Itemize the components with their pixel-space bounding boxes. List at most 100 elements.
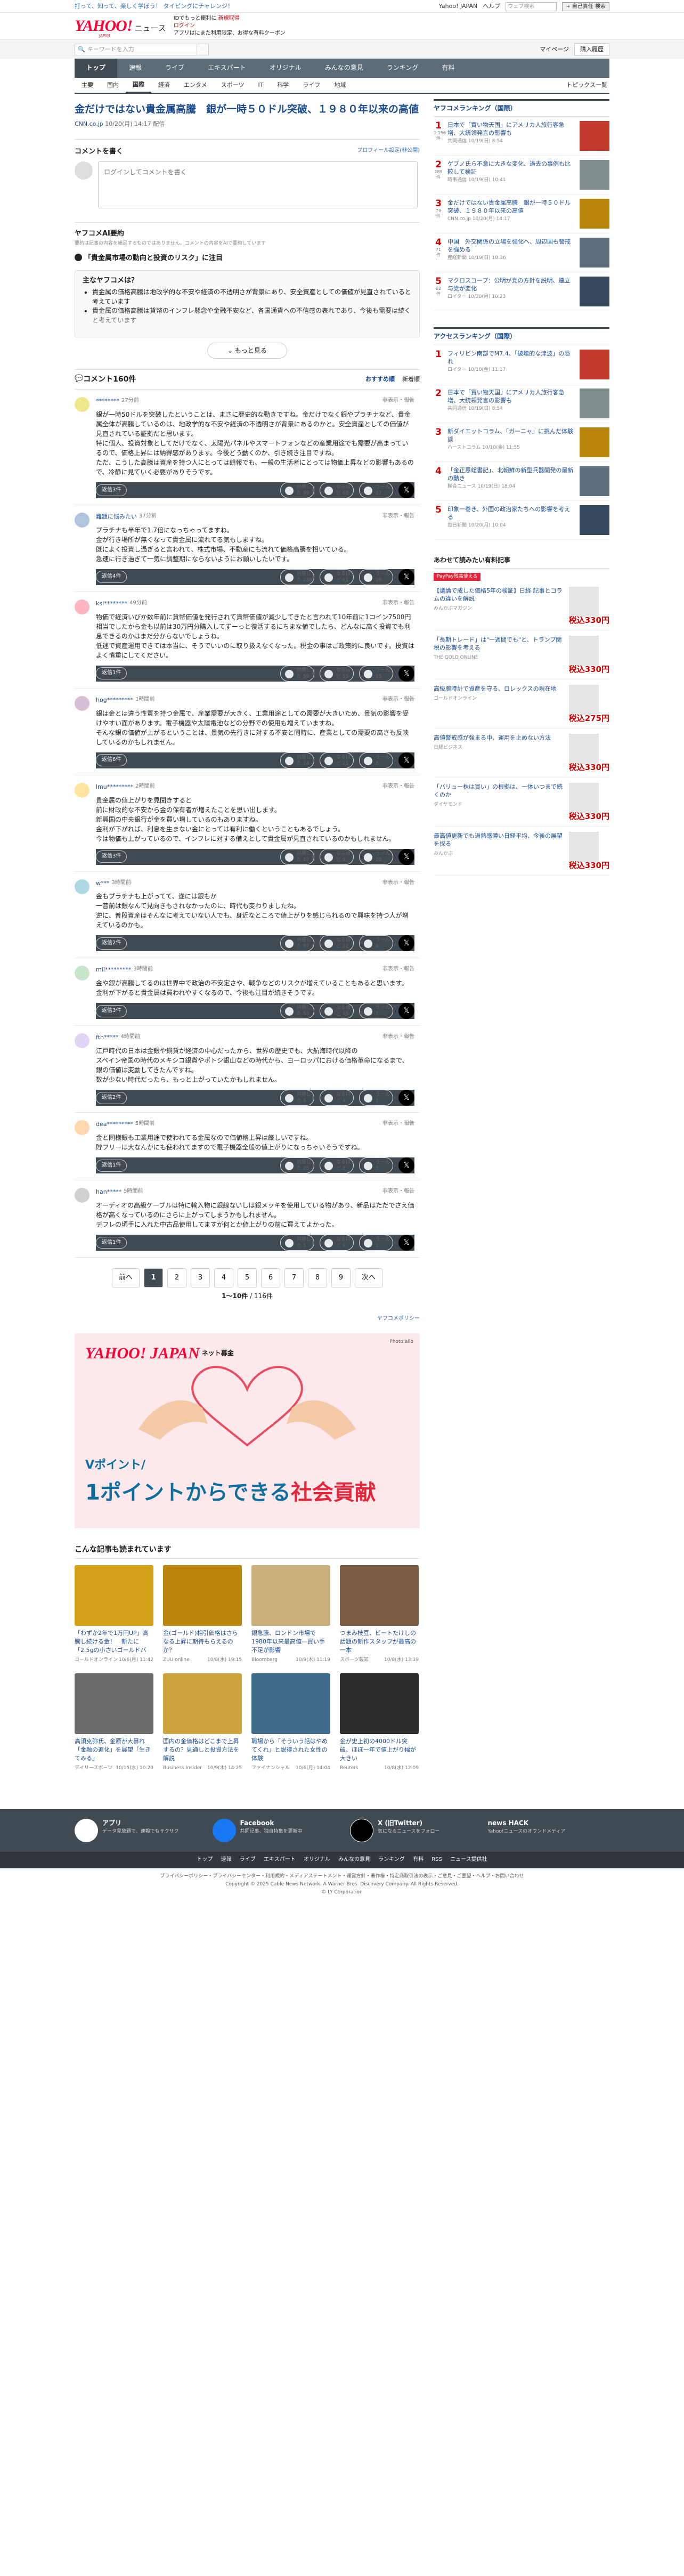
x-share-icon[interactable]: 𝕏 bbox=[398, 935, 414, 952]
profile-settings-link[interactable]: プロフィール設定(非公開) bbox=[357, 147, 420, 157]
web-search-button[interactable]: + 自己責任 検索 bbox=[562, 2, 609, 11]
x-share-icon[interactable]: 𝕏 bbox=[398, 1235, 414, 1251]
cat-domestic[interactable]: 国内 bbox=[100, 77, 126, 93]
ranking-item[interactable]: 4 「金正恩総書記」、北朝鮮の新型兵器開発の最新の動き 聯合ニュース 10/19(日… bbox=[434, 462, 609, 501]
empathy-button[interactable]: 共感した 99 bbox=[280, 482, 314, 498]
empathy-button[interactable]: 共感した 5 bbox=[280, 1235, 314, 1251]
hmm-button[interactable]: うーん 2 bbox=[359, 1235, 393, 1251]
recommended-headline[interactable]: 「わずか2年で1万円UP」高騰し続ける金！ 新たに「2.5gの小さいゴールドバー… bbox=[75, 1629, 153, 1655]
empathy-button[interactable]: 共感した 235 bbox=[280, 569, 314, 585]
fnav-expert[interactable]: エキスパート bbox=[264, 1857, 296, 1862]
x-share-icon[interactable]: 𝕏 bbox=[398, 665, 414, 682]
reply-button[interactable]: 返信3件 bbox=[96, 1005, 127, 1017]
donation-banner[interactable]: YAHOO! JAPAN ネット募金 Photo:allo Vポイント/ 1ポイン… bbox=[75, 1333, 420, 1529]
keyword-search-button[interactable] bbox=[197, 44, 209, 55]
reply-button[interactable]: 返信3件 bbox=[96, 850, 127, 863]
page-9[interactable]: 9 bbox=[331, 1268, 351, 1288]
comment-textarea[interactable] bbox=[98, 161, 418, 208]
ranking-headline[interactable]: 日本で「買い物天国」にアメリカ人旅行客急増、大統領発言の影響も bbox=[447, 388, 575, 404]
reply-button[interactable]: 返信1件 bbox=[96, 667, 127, 679]
recommended-item[interactable]: 銀急騰、ロンドン市場で1980年以来最高値―買い手不足が影響 Bloomberg 1… bbox=[251, 1565, 330, 1664]
topics-list-link[interactable]: トピックス一覧 bbox=[559, 77, 609, 93]
report-link[interactable]: 非表示・報告 bbox=[382, 397, 414, 406]
ranking-item[interactable]: 3 新ダイエットコラム、「ガーニャ」に挑んだ体験談 ハーストコラム 10/10(金)… bbox=[434, 423, 609, 462]
ranking-headline[interactable]: ゲブノ氏ら不意に大きな変化、過去の事例も比較して検証 bbox=[447, 160, 575, 176]
prev-page-button[interactable]: 前へ bbox=[112, 1268, 140, 1288]
comment-user[interactable]: 難題に悩みたい bbox=[96, 513, 137, 521]
recommended-item[interactable]: つまみ枝豆、ビートたけしの話題の新作スタッフが最高の一本 スポーツ報知 10/8(水… bbox=[340, 1565, 419, 1664]
empathy-button[interactable]: 共感した 87 bbox=[280, 935, 314, 952]
login-link[interactable]: ログイン bbox=[174, 23, 195, 29]
report-link[interactable]: 非表示・報告 bbox=[382, 966, 414, 974]
ranking-item[interactable]: 1 1,156件 日本で「買い物天国」にアメリカ人旅行客急増、大統領発言の影響も 共同… bbox=[434, 117, 609, 156]
recommended-item[interactable]: 職場から「そういう話はやめてくれ」と説得された女性の体験 ファイナンシャル 10/6… bbox=[251, 1673, 330, 1772]
insight-button[interactable]: なるほど 22 bbox=[320, 935, 354, 952]
empathy-button[interactable]: 共感した 17 bbox=[280, 848, 314, 865]
yahoo-japan-link[interactable]: Yahoo! JAPAN bbox=[439, 2, 478, 11]
paid-headline[interactable]: 【議論で成した価格5年の検証】日経 記事とコラムの違いを解説 bbox=[434, 587, 565, 603]
recommended-headline[interactable]: 金(ゴールド)相引価格はさらなる上昇に期待もらえるのか？ bbox=[163, 1629, 242, 1655]
recommended-headline[interactable]: 高須克弥氏、金原が大暴れ「金融の進化」を展望「生きてみる」 bbox=[75, 1737, 153, 1763]
next-page-button[interactable]: 次へ bbox=[355, 1268, 382, 1288]
reply-button[interactable]: 返信1件 bbox=[96, 1236, 127, 1249]
hmm-button[interactable]: うーん 1 bbox=[359, 1090, 393, 1106]
insight-button[interactable]: なるほど 6 bbox=[320, 1235, 354, 1251]
ranking-headline[interactable]: フィリピン南部でM7.4、「破壊的な津波」の恐れ bbox=[447, 350, 575, 366]
comment-user[interactable]: hog********* bbox=[96, 696, 133, 704]
cat-local[interactable]: 地域 bbox=[327, 77, 353, 93]
ranking-headline[interactable]: 新ダイエットコラム、「ガーニャ」に挑んだ体験談 bbox=[447, 427, 575, 443]
comment-policy-link[interactable]: ヤフコメポリシー bbox=[75, 1315, 420, 1323]
recommended-item[interactable]: 高須克弥氏、金原が大暴れ「金融の進化」を展望「生きてみる」 デイリースポーツ 10/… bbox=[75, 1673, 153, 1772]
cat-sports[interactable]: スポーツ bbox=[214, 77, 251, 93]
ranking-item[interactable]: 5 62件 マクロスコープ：公明が党の方針を説明、連立与党が変化 ロイター 10/20… bbox=[434, 272, 609, 312]
insight-button[interactable]: なるほど 68 bbox=[320, 482, 354, 498]
reply-button[interactable]: 返信2件 bbox=[96, 937, 127, 950]
page-8[interactable]: 8 bbox=[308, 1268, 327, 1288]
recommended-item[interactable]: 「わずか2年で1万円UP」高騰し続ける金！ 新たに「2.5gの小さいゴールドバー… bbox=[75, 1565, 153, 1664]
insight-button[interactable]: なるほど 15 bbox=[320, 1003, 354, 1019]
empathy-button[interactable]: 共感した 14 bbox=[280, 752, 314, 768]
x-share-icon[interactable]: 𝕏 bbox=[398, 1157, 414, 1174]
report-link[interactable]: 非表示・報告 bbox=[382, 1033, 414, 1042]
hmm-button[interactable]: うーん 29 bbox=[359, 569, 393, 585]
show-more-button[interactable]: ⌄ もっと見る bbox=[207, 342, 287, 359]
report-link[interactable]: 非表示・報告 bbox=[382, 696, 414, 704]
footer-app[interactable]: アプリ データ見放題で、速報でもサクサク bbox=[75, 1819, 197, 1843]
paid-article[interactable]: 【議論で成した価格5年の検証】日経 記事とコラムの違いを解説 みんかぶマガジン 税込… bbox=[434, 581, 609, 631]
report-link[interactable]: 非表示・報告 bbox=[382, 783, 414, 791]
empathy-button[interactable]: 共感した 25 bbox=[280, 1157, 314, 1174]
comment-user[interactable]: mil********* bbox=[96, 966, 131, 974]
hmm-button[interactable]: うーん 15 bbox=[359, 665, 393, 682]
x-share-icon[interactable]: 𝕏 bbox=[398, 1003, 414, 1019]
paid-article[interactable]: 最高値更新でも過熱感薄い日経平均、今後の展望を探る みんかぶ 税込330円 bbox=[434, 827, 609, 876]
insight-button[interactable]: なるほど 21 bbox=[320, 752, 354, 768]
page-2[interactable]: 2 bbox=[167, 1268, 186, 1288]
ranking-item[interactable]: 1 フィリピン南部でM7.4、「破壊的な津波」の恐れ ロイター 10/10(金) 1… bbox=[434, 345, 609, 384]
ranking-item[interactable]: 4 71件 中国 外交関係の立場を強化へ、周辺国も警戒を強める 産経新聞 10/19(… bbox=[434, 233, 609, 273]
comment-user[interactable]: dea********* bbox=[96, 1120, 133, 1129]
paid-article[interactable]: 「バリュー株は買い」の根拠は、一体いつまで続くのか ダイヤモンド 税込330円 bbox=[434, 777, 609, 827]
x-share-icon[interactable]: 𝕏 bbox=[398, 482, 414, 498]
reply-button[interactable]: 返信2件 bbox=[96, 1092, 127, 1104]
gnav-flash[interactable]: 速報 bbox=[117, 59, 153, 78]
footer-facebook[interactable]: Facebook 共同記事、独自特集を更新中 bbox=[212, 1819, 335, 1843]
reply-button[interactable]: 返信1件 bbox=[96, 1160, 127, 1172]
recommended-item[interactable]: 金(ゴールド)相引価格はさらなる上昇に期待もらえるのか？ ZUU online 10… bbox=[163, 1565, 242, 1664]
fnav-top[interactable]: トップ bbox=[197, 1857, 213, 1862]
comment-user[interactable]: fth***** bbox=[96, 1033, 118, 1042]
empathy-button[interactable]: 共感した 53 bbox=[280, 1003, 314, 1019]
gnav-paid[interactable]: 有料 bbox=[430, 59, 466, 78]
recommended-headline[interactable]: 金が史上初の4000ドル突破、ほぼ一年で値上がり幅が大きい bbox=[340, 1737, 419, 1763]
insight-button[interactable]: なるほど 9 bbox=[320, 848, 354, 865]
comment-user[interactable]: ******** bbox=[96, 397, 119, 406]
insight-button[interactable]: なるほど 61 bbox=[320, 569, 354, 585]
ranking-item[interactable]: 2 日本で「買い物天国」にアメリカ人旅行客急増、大統領発言の影響も 共同通信 10/… bbox=[434, 384, 609, 423]
cat-world[interactable]: 国際 bbox=[126, 77, 151, 93]
page-4[interactable]: 4 bbox=[214, 1268, 233, 1288]
report-link[interactable]: 非表示・報告 bbox=[382, 513, 414, 521]
paid-headline[interactable]: 高値警戒感が強まる中、運用を止めない方法 bbox=[434, 734, 565, 742]
fnav-flash[interactable]: 速報 bbox=[221, 1857, 232, 1862]
legal-links[interactable]: プライバシーポリシー・プライバシーセンター・利用規約・メディアステートメント・運… bbox=[0, 1873, 684, 1881]
cat-main[interactable]: 主要 bbox=[75, 77, 100, 93]
ranking-item[interactable]: 5 印象一巻き、外国の政治家たちへの影響を考える 毎日新聞 10/20(月) 10:… bbox=[434, 501, 609, 540]
